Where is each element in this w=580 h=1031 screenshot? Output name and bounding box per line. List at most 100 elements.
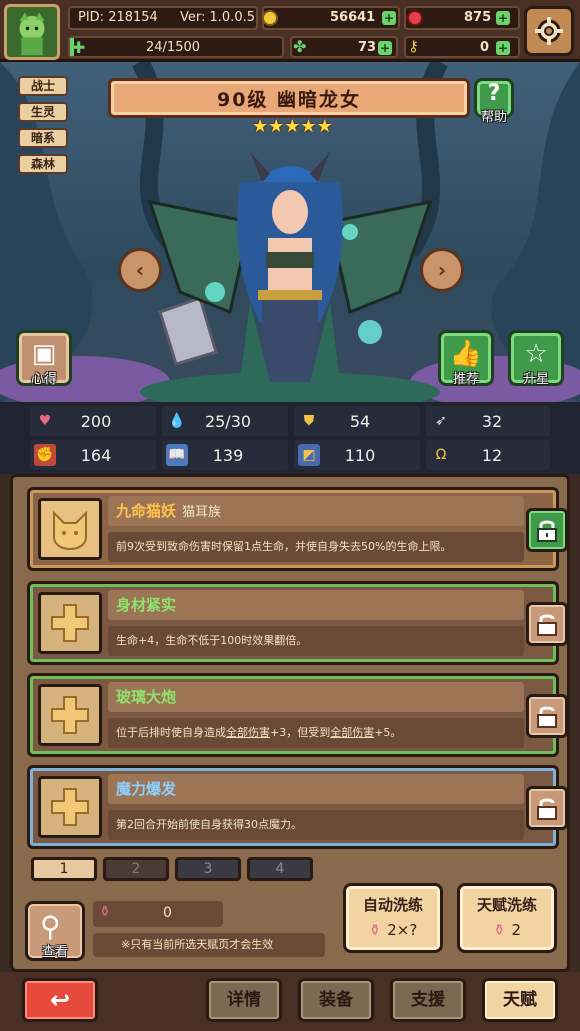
prev-hero-button[interactable]: ‹: [118, 248, 162, 292]
talent-page-tab-2[interactable]: 2: [103, 857, 169, 881]
resist-value: 110: [344, 445, 376, 465]
stat-mana: 💧 25/30: [162, 406, 288, 436]
talent-page-tab-1[interactable]: 1: [31, 857, 97, 881]
question-icon: ?: [487, 81, 501, 106]
star-icon: ★: [300, 116, 317, 137]
talent-icon-frame: [38, 498, 102, 560]
book-icon: 📖: [166, 444, 188, 466]
talent-wash-button[interactable]: 天赋洗练 ⚱ 2: [457, 883, 557, 953]
add-key-button[interactable]: +: [496, 41, 510, 55]
gear-icon: [535, 17, 563, 45]
talent-icon-frame: [38, 592, 102, 654]
key-amount: 0: [480, 40, 490, 55]
talent-page-tab-3[interactable]: 3: [175, 857, 241, 881]
auto-wash-button[interactable]: 自动洗练 ⚱ 2×?: [343, 883, 443, 953]
water-drop-icon: 💧: [168, 413, 186, 429]
next-hero-button[interactable]: ›: [420, 248, 464, 292]
keyword-link[interactable]: 全部伤害: [226, 726, 270, 739]
talent-card[interactable]: 九命猫妖 猫耳族 前9次受到致命伤害时保留1点生命，并使自身失去50%的生命上限。: [27, 487, 568, 571]
lock-open-icon: [537, 706, 557, 728]
settings-button[interactable]: [524, 6, 574, 56]
talent-page-tab-4[interactable]: 4: [247, 857, 313, 881]
stat-speed: ➶ 32: [426, 406, 550, 436]
view-label: 查看: [41, 945, 68, 960]
potion-icon: ⚱: [368, 921, 382, 939]
hp-value: 200: [80, 411, 112, 431]
help-button[interactable]: ? 帮助: [474, 78, 514, 125]
talent-race: 猫耳族: [182, 505, 222, 520]
upgrade-star-button[interactable]: ☆ 升星: [508, 330, 564, 387]
talent-description: 第2回合开始前使自身获得30点魔力。: [108, 810, 524, 840]
stat-defense: ⛊ 54: [294, 406, 420, 436]
energy-amount: 24/1500: [146, 40, 201, 55]
tab-support[interactable]: 支援: [390, 978, 466, 1022]
star-icon: ★: [316, 116, 333, 137]
lock-open-icon: [537, 614, 557, 636]
potion-count: 0: [163, 905, 172, 921]
talent-description: 位于后排时使自身造成全部伤害+3，但受到全部伤害+5。: [108, 718, 524, 748]
gem-amount: 875: [464, 10, 492, 25]
upgrade-label: 升星: [522, 372, 549, 387]
top-bar: PID: 218154 Ver: 1.0.0.5 56641 + 875 + ✚…: [0, 0, 580, 62]
talent-icon-frame: [38, 684, 102, 746]
player-id: PID: 218154: [78, 10, 158, 25]
add-gem-button[interactable]: +: [496, 11, 510, 25]
attack-value: 164: [80, 445, 112, 465]
wing-icon: ➶: [435, 413, 447, 429]
player-avatar[interactable]: [4, 4, 60, 60]
defense-value: 54: [349, 411, 371, 431]
gold-cross-icon: [51, 788, 89, 826]
back-button[interactable]: ↩: [22, 978, 98, 1022]
hero-title: 90级 幽暗龙女: [108, 78, 470, 118]
potion-icon: ⚱: [99, 904, 111, 920]
unlock-button[interactable]: [526, 694, 568, 738]
desc-part: +3，但受到: [270, 726, 331, 739]
scroll-icon: ▣: [31, 339, 57, 369]
horseshoe-icon: Ω: [435, 447, 447, 463]
keyword-link[interactable]: 全部伤害: [330, 726, 374, 739]
clover-icon: ✚: [72, 38, 86, 57]
talent-card[interactable]: 玻璃大炮 位于后排时使自身造成全部伤害+3，但受到全部伤害+5。: [27, 673, 568, 757]
notes-button[interactable]: ▣ 心得: [16, 330, 72, 387]
thumbs-up-icon: 👍: [449, 339, 483, 369]
star-icon: ★: [284, 116, 301, 137]
unlock-button[interactable]: [526, 786, 568, 830]
recommend-label: 推荐: [452, 372, 479, 387]
talent-title: 玻璃大炮: [116, 688, 177, 706]
return-arrow-icon: ↩: [49, 986, 71, 1014]
stat-attack: ✊ 164: [30, 440, 156, 470]
auto-wash-cost: 2×?: [387, 921, 418, 939]
arrow-right-icon: ›: [437, 258, 447, 282]
gold-cross-icon: [51, 604, 89, 642]
star-rating: ★★★★★: [252, 116, 333, 137]
view-button[interactable]: ⚲ 查看: [25, 901, 85, 961]
add-clover-button[interactable]: +: [378, 41, 392, 55]
talent-wash-cost: 2: [511, 921, 522, 939]
tab-talent[interactable]: 天赋: [482, 978, 558, 1022]
gold-cross-icon: [51, 696, 89, 734]
key-icon: ⚷: [408, 37, 419, 55]
desc-part: +5。: [374, 726, 402, 739]
version-text: Ver: 1.0.0.5: [180, 10, 255, 25]
talent-title: 九命猫妖 猫耳族: [116, 500, 221, 521]
tab-equipment[interactable]: 装备: [298, 978, 374, 1022]
stat-resist: ◩ 110: [294, 440, 420, 470]
lock-button[interactable]: [526, 508, 568, 552]
recommend-button[interactable]: 👍 推荐: [438, 330, 494, 387]
star-upgrade-icon: ☆: [524, 339, 548, 369]
class-tag: 战士: [18, 76, 68, 96]
unlock-button[interactable]: [526, 602, 568, 646]
tab-details[interactable]: 详情: [206, 978, 282, 1022]
lock-closed-icon: [537, 520, 557, 542]
talent-card[interactable]: 身材紧实 生命+4，生命不低于100时效果翻倍。: [27, 581, 568, 665]
talent-panel: 九命猫妖 猫耳族 前9次受到致命伤害时保留1点生命，并使自身失去50%的生命上限。…: [10, 474, 570, 972]
magnifier-icon: ⚲: [40, 910, 61, 943]
habitat-tag: 森林: [18, 154, 68, 174]
talent-card[interactable]: 魔力爆发 第2回合开始前使自身获得30点魔力。: [27, 765, 568, 849]
magic-value: 139: [212, 445, 244, 465]
resist-icon: ◩: [298, 444, 320, 466]
desc-part: 位于后排时使自身造成: [116, 726, 226, 739]
lock-open-icon: [537, 798, 557, 820]
cat-face-icon: [53, 510, 87, 551]
add-gold-button[interactable]: +: [382, 11, 396, 25]
